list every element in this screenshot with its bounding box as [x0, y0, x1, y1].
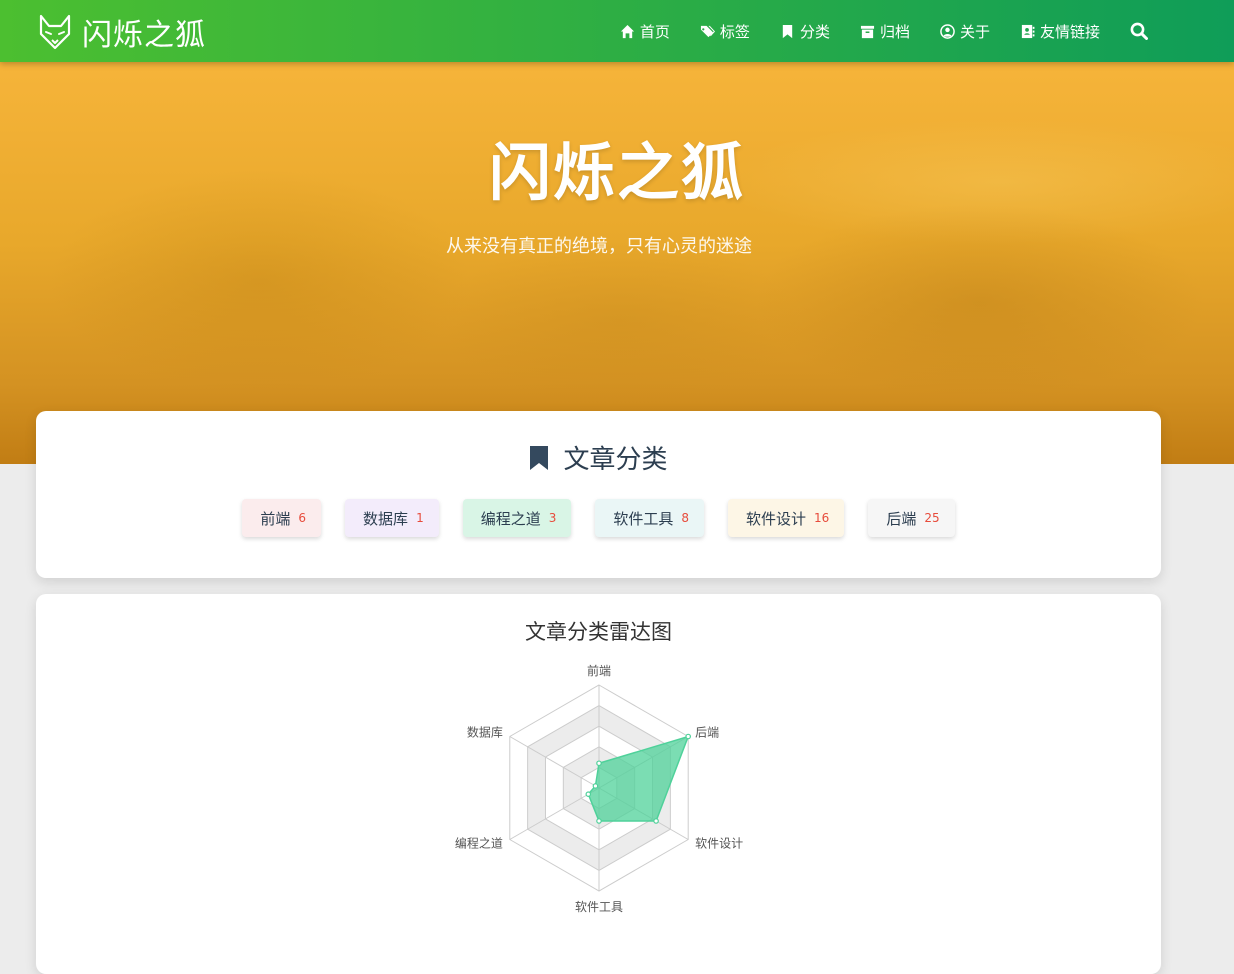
nav-item-label: 关于 [959, 22, 990, 41]
chip-label: 软件设计 [746, 509, 807, 528]
chip-label: 软件工具 [613, 509, 674, 528]
nav-menu: 首页 标签 分类 归档 关于 友情链接 [590, 18, 1100, 44]
radar-indicator-label: 数据库 [467, 725, 503, 740]
brand[interactable]: 闪烁之狐 [38, 14, 206, 53]
chip-label: 数据库 [363, 509, 409, 528]
nav-item-archive[interactable]: 归档 [860, 21, 910, 42]
category-chip[interactable]: 编程之道 3 [462, 499, 572, 537]
category-chips: 前端 6 数据库 1 编程之道 3 软件工具 8 软件设计 16 后端 25 [36, 499, 1161, 537]
category-chip[interactable]: 前端 6 [242, 499, 322, 537]
hero-title: 闪烁之狐 [488, 136, 745, 209]
chip-count: 8 [681, 511, 690, 525]
radar-indicator-label: 前端 [587, 663, 611, 678]
radar-data-point [653, 818, 659, 824]
nav-item-home[interactable]: 首页 [620, 21, 670, 42]
nav-item-label: 归档 [879, 22, 910, 41]
chip-count: 16 [814, 511, 830, 525]
category-chip[interactable]: 软件工具 8 [595, 499, 705, 537]
chip-label: 后端 [886, 509, 917, 528]
bookmark-icon [782, 24, 793, 38]
radar-title: 文章分类雷达图 [525, 620, 672, 644]
radar-indicator-label: 软件工具 [575, 900, 623, 914]
radar-data-point [685, 733, 692, 740]
nav-item-label: 分类 [799, 22, 830, 41]
category-chip[interactable]: 软件设计 16 [728, 499, 845, 537]
bookmark-icon [530, 445, 549, 470]
fox-logo-icon [39, 14, 71, 50]
nav-item-categories[interactable]: 分类 [780, 21, 830, 42]
category-chip[interactable]: 数据库 1 [345, 499, 439, 537]
radar-indicator-label: 后端 [695, 726, 719, 740]
home-icon [620, 24, 634, 38]
nav-item-label: 标签 [719, 22, 750, 41]
nav-item-label: 友情链接 [1039, 22, 1100, 41]
chip-count: 6 [298, 511, 307, 525]
chip-label: 编程之道 [480, 509, 541, 528]
chip-count: 1 [416, 511, 424, 525]
brand-name: 闪烁之狐 [82, 18, 206, 53]
hero-banner: 闪烁之狐 从来没有真正的绝境，只有心灵的迷途 [0, 62, 1234, 464]
hero-subtitle: 从来没有真正的绝境，只有心灵的迷途 [446, 236, 752, 257]
radar-data-point [596, 760, 602, 767]
nav-item-tags[interactable]: 标签 [700, 21, 750, 42]
category-heading: 文章分类 [36, 439, 1161, 476]
radar-indicator-label: 编程之道 [455, 836, 503, 851]
archive-icon [860, 25, 875, 38]
navbar: 闪烁之狐 首页 标签 分类 归档 关于 友情链接 [0, 0, 1234, 62]
radar-indicator-label: 软件设计 [695, 837, 743, 851]
chip-label: 前端 [260, 509, 291, 528]
nav-item-label: 首页 [639, 22, 670, 41]
search-icon[interactable] [1130, 22, 1148, 40]
nav-item-about[interactable]: 关于 [940, 21, 990, 42]
radar-data-point [596, 818, 602, 824]
tags-icon [700, 25, 715, 37]
radar-chart[interactable]: 前端后端软件设计软件工具 编程之道 数据库 [436, 654, 766, 914]
radar-card: 文章分类雷达图 前端后端软件设计软件工具 编程之道 数据库 [36, 594, 1161, 974]
radar-data-point [592, 783, 599, 789]
category-chip[interactable]: 后端 25 [868, 499, 955, 537]
nav-item-friend-links[interactable]: 友情链接 [1020, 21, 1100, 42]
radar-data-point [585, 791, 592, 797]
user-circle-icon [940, 23, 955, 39]
chip-count: 3 [548, 511, 557, 525]
address-book-icon [1021, 24, 1035, 38]
chip-count: 25 [924, 511, 940, 525]
category-title: 文章分类 [563, 445, 668, 475]
category-card: 文章分类 前端 6 数据库 1 编程之道 3 软件工具 8 软件设计 16 后端… [36, 411, 1161, 578]
